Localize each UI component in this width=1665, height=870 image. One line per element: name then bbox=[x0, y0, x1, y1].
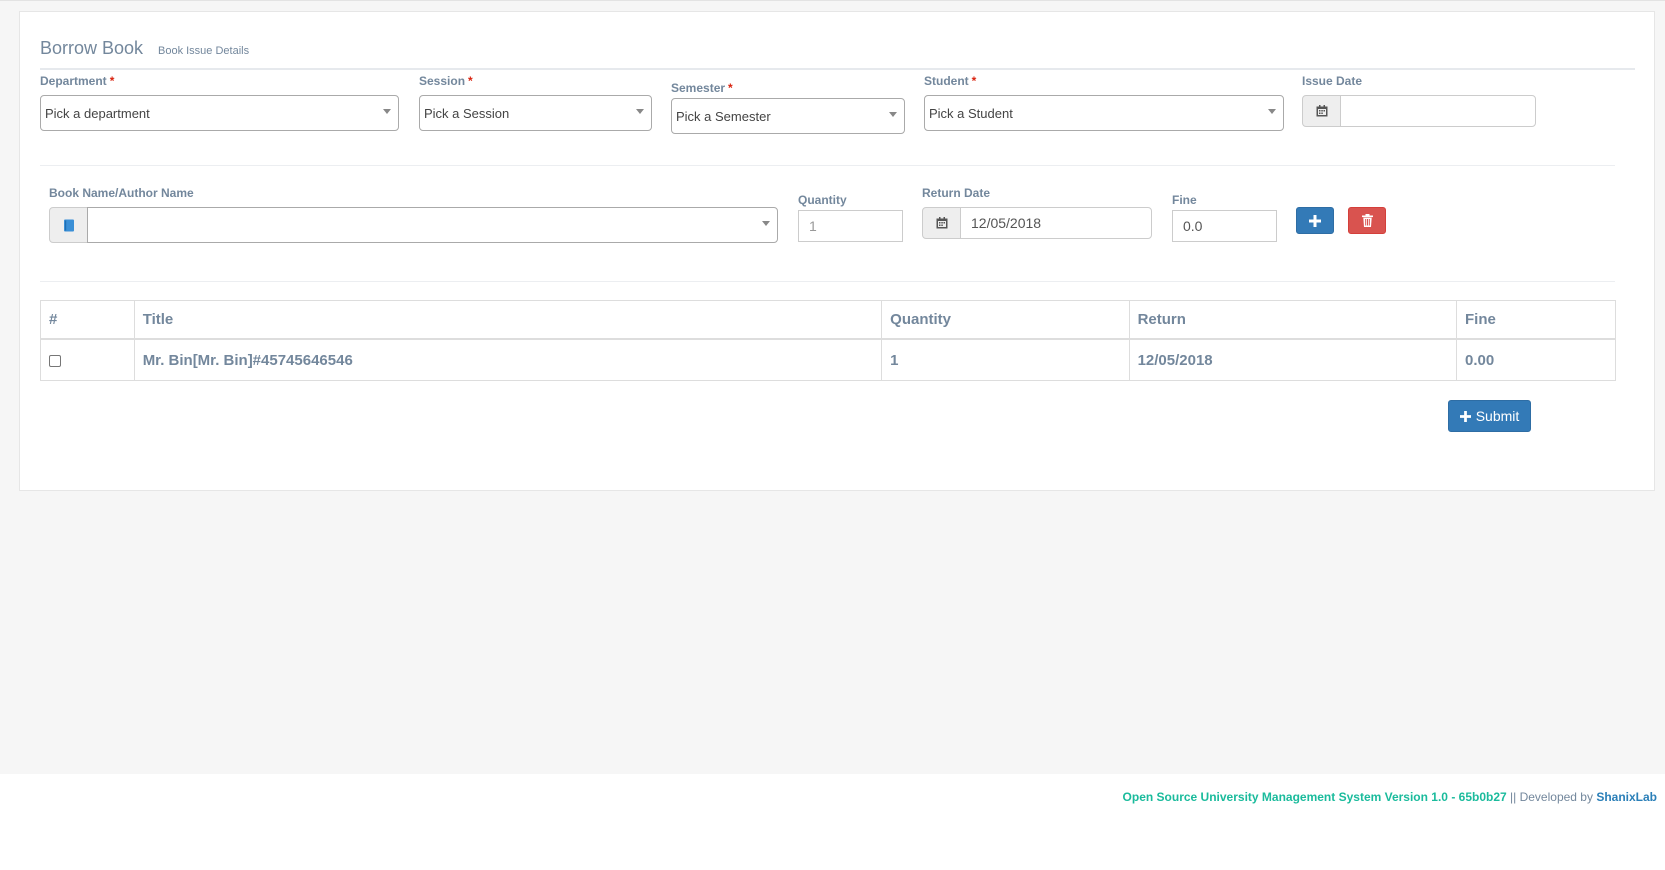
column-header-fine: Fine bbox=[1456, 300, 1616, 340]
row-quantity: 1 bbox=[881, 338, 1130, 381]
column-header-return: Return bbox=[1128, 300, 1458, 340]
quantity-input[interactable]: 1 bbox=[798, 210, 903, 242]
delete-book-button[interactable] bbox=[1348, 207, 1386, 234]
footer-system-link[interactable]: Open Source University Management System… bbox=[1123, 790, 1507, 804]
submit-button[interactable]: Submit bbox=[1448, 400, 1531, 432]
table-row: Mr. Bin[Mr. Bin]#45745646546 1 12/05/201… bbox=[40, 338, 1616, 381]
book-icon bbox=[49, 207, 88, 243]
borrowed-books-table: # Title Quantity Return Fine Mr. Bin[Mr.… bbox=[40, 300, 1616, 381]
column-header-quantity: Quantity bbox=[881, 300, 1130, 340]
calendar-icon[interactable] bbox=[1302, 95, 1341, 127]
plus-icon bbox=[1309, 214, 1321, 227]
issue-date-label: Issue Date bbox=[1302, 74, 1363, 88]
session-select-value: Pick a Session bbox=[424, 106, 510, 121]
add-book-button[interactable] bbox=[1296, 207, 1334, 234]
row-fine: 0.00 bbox=[1456, 338, 1616, 381]
department-select-value: Pick a department bbox=[45, 106, 150, 121]
semester-label: Semester * bbox=[671, 81, 733, 95]
footer-text: Open Source University Management System… bbox=[1123, 790, 1657, 804]
department-label: Department * bbox=[40, 74, 115, 88]
page-subtitle: Book Issue Details bbox=[158, 45, 250, 57]
chevron-down-icon bbox=[383, 109, 391, 114]
chevron-down-icon bbox=[636, 109, 644, 114]
session-select[interactable]: Pick a Session bbox=[419, 95, 652, 131]
footer-developer-link[interactable]: ShanixLab bbox=[1596, 790, 1657, 804]
issue-date-input[interactable] bbox=[1340, 95, 1536, 127]
page-title: Borrow Book bbox=[40, 38, 144, 58]
quantity-label: Quantity bbox=[798, 193, 847, 207]
divider bbox=[40, 281, 1615, 282]
semester-select-value: Pick a Semester bbox=[676, 109, 771, 124]
column-header-number: # bbox=[40, 300, 135, 340]
return-date-input[interactable]: 12/05/2018 bbox=[960, 207, 1152, 239]
fine-input[interactable]: 0.0 bbox=[1172, 210, 1277, 242]
department-select[interactable]: Pick a department bbox=[40, 95, 399, 131]
row-title: Mr. Bin[Mr. Bin]#45745646546 bbox=[133, 338, 883, 381]
panel-header: Borrow Book Book Issue Details bbox=[40, 24, 1635, 70]
chevron-down-icon bbox=[889, 112, 897, 117]
student-label: Student * bbox=[924, 74, 977, 88]
student-select-value: Pick a Student bbox=[929, 106, 1013, 121]
semester-select[interactable]: Pick a Semester bbox=[671, 98, 905, 134]
session-label: Session * bbox=[419, 74, 473, 88]
top-border bbox=[0, 0, 1665, 1]
divider bbox=[40, 165, 1615, 166]
chevron-down-icon bbox=[762, 221, 770, 226]
borrow-book-panel: Borrow Book Book Issue Details bbox=[19, 11, 1655, 491]
footer-separator: || Developed by bbox=[1506, 790, 1597, 804]
return-date-label: Return Date bbox=[922, 186, 991, 200]
chevron-down-icon bbox=[1268, 109, 1276, 114]
book-select[interactable] bbox=[87, 207, 778, 243]
fine-label: Fine bbox=[1172, 193, 1197, 207]
row-select-checkbox[interactable] bbox=[49, 354, 61, 367]
table-header-row: # Title Quantity Return Fine bbox=[40, 300, 1616, 340]
calendar-icon[interactable] bbox=[922, 207, 961, 239]
column-header-title: Title bbox=[133, 300, 883, 340]
book-label: Book Name/Author Name bbox=[49, 186, 194, 200]
row-return: 12/05/2018 bbox=[1128, 338, 1458, 381]
student-select[interactable]: Pick a Student bbox=[924, 95, 1284, 131]
trash-icon bbox=[1361, 214, 1373, 227]
submit-label: Submit bbox=[1475, 408, 1520, 424]
plus-icon bbox=[1459, 410, 1471, 422]
footer: Open Source University Management System… bbox=[0, 774, 1665, 870]
